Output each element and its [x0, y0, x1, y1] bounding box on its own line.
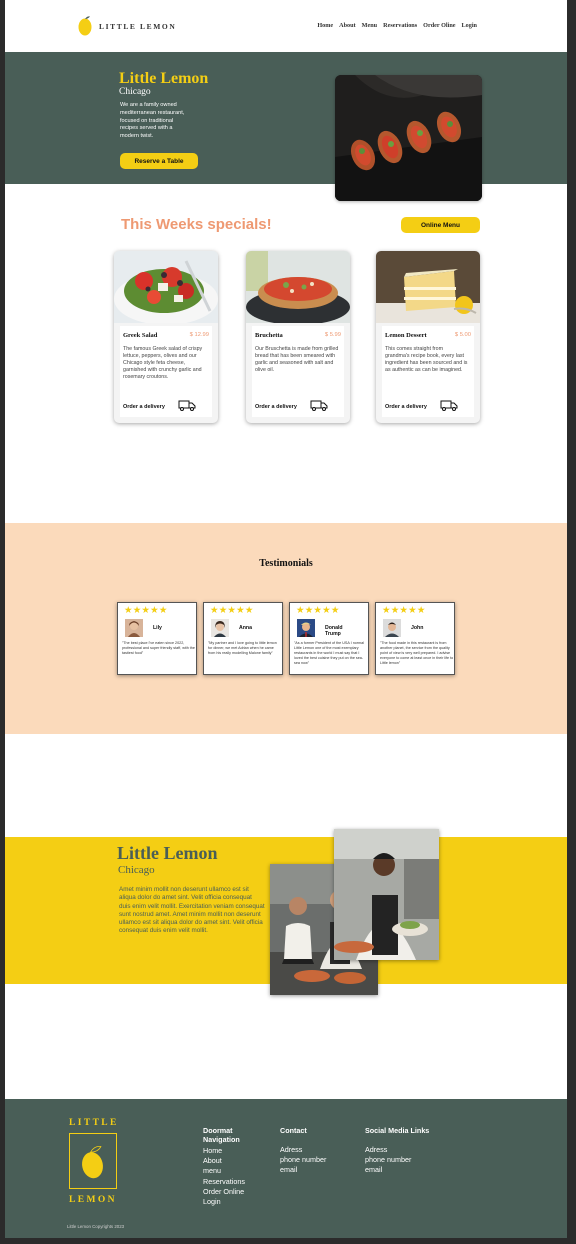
about-title: Little Lemon: [117, 843, 218, 863]
lemon-dessert-image: [376, 251, 480, 323]
main-nav: Home About Menu Reservations Order Oline…: [317, 22, 477, 29]
dish-card-body: Lemon Dessert $ 5.00 This comes straight…: [382, 326, 474, 417]
avatar: [383, 619, 401, 637]
site-footer: LITTLE LEMON Doormat Navigation Home Abo…: [5, 1099, 567, 1238]
footer-link-menu[interactable]: menu: [203, 1166, 263, 1176]
testimonial-card: ★★★★★ Donald Trump "As a former Presiden…: [289, 602, 369, 675]
hero-section: Little Lemon Chicago We are a family own…: [5, 52, 567, 201]
order-delivery-link[interactable]: Order a delivery: [385, 404, 427, 410]
nav-login[interactable]: Login: [462, 22, 477, 29]
footer-nav-title: Doormat Navigation: [203, 1126, 240, 1144]
hero-title: Little Lemon: [119, 70, 209, 87]
dish-name: Lemon Dessert: [385, 332, 427, 339]
footer-social-phone[interactable]: phone number: [365, 1155, 455, 1165]
footer-contact-address[interactable]: Adress: [280, 1145, 350, 1155]
review-text: "As a former President of the USA I norm…: [294, 641, 364, 665]
testimonials-section: Testimonials ★★★★★ Lily "The best place …: [5, 523, 567, 734]
dish-card-greek-salad[interactable]: Greek Salad $ 12.99 The famous Greek sal…: [114, 251, 218, 423]
reviewer-name: John: [411, 625, 424, 631]
nav-home[interactable]: Home: [317, 22, 333, 29]
footer-link-login[interactable]: Login: [203, 1197, 263, 1207]
footer-contact-email[interactable]: email: [280, 1165, 350, 1175]
about-description: Amet minim mollit non deserunt ullamco e…: [119, 886, 265, 935]
rating-stars-icon: ★★★★★: [382, 605, 426, 616]
dish-card-body: Greek Salad $ 12.99 The famous Greek sal…: [120, 326, 212, 417]
avatar: [125, 619, 143, 637]
nav-order-online[interactable]: Order Oline: [423, 22, 455, 29]
footer-social-column: Social Media Links Adress phone number e…: [365, 1126, 455, 1176]
dish-card-bruchetta[interactable]: Bruchetta $ 5.99 Our Bruschetta is made …: [246, 251, 350, 423]
logo-text: LITTLE LEMON: [99, 21, 177, 31]
reviewer-name: Lily: [153, 625, 162, 631]
footer-link-about[interactable]: About: [203, 1156, 263, 1166]
dish-price: $ 12.99: [189, 332, 209, 338]
delivery-truck-icon[interactable]: [440, 399, 458, 411]
avatar: [297, 619, 315, 637]
footer-contact-phone[interactable]: phone number: [280, 1155, 350, 1165]
reviewer-name: Donald Trump: [325, 625, 343, 637]
greek-salad-image: [114, 251, 218, 325]
nav-menu[interactable]: Menu: [362, 22, 377, 29]
rating-stars-icon: ★★★★★: [124, 605, 168, 616]
reserve-table-button[interactable]: Reserve a Table: [120, 153, 198, 169]
lemon-logo-icon: [78, 16, 92, 36]
lemon-logo-icon: [82, 1145, 103, 1179]
hero-city: Chicago: [119, 87, 151, 97]
delivery-truck-icon[interactable]: [310, 399, 328, 411]
reviewer-name: Anna: [239, 625, 252, 631]
footer-social-email[interactable]: email: [365, 1165, 455, 1175]
order-delivery-link[interactable]: Order a delivery: [255, 404, 297, 410]
dish-card-lemon-dessert[interactable]: Lemon Dessert $ 5.00 This comes straight…: [376, 251, 480, 423]
dish-name: Bruchetta: [255, 332, 283, 339]
footer-contact-title: Contact: [280, 1126, 307, 1135]
dish-description: Our Bruschetta is made from grilled brea…: [255, 346, 339, 373]
online-menu-button[interactable]: Online Menu: [401, 217, 480, 233]
footer-link-home[interactable]: Home: [203, 1146, 263, 1156]
dish-card-body: Bruchetta $ 5.99 Our Bruschetta is made …: [252, 326, 344, 417]
footer-contact-column: Contact Adress phone number email: [280, 1126, 350, 1176]
nav-reservations[interactable]: Reservations: [383, 22, 417, 29]
dish-price: $ 5.00: [454, 332, 471, 338]
chef-plating-photo: [334, 829, 439, 960]
dish-name: Greek Salad: [123, 332, 158, 339]
footer-logo-top: LITTLE: [69, 1118, 119, 1128]
testimonial-card: ★★★★★ Anna "My partner and I love going …: [203, 602, 283, 675]
delivery-truck-icon[interactable]: [178, 399, 196, 411]
hero-image: [335, 75, 482, 201]
footer-logo-box[interactable]: [69, 1133, 117, 1189]
copyright-text: Little Lemon Copyrights 2023: [67, 1224, 125, 1229]
rating-stars-icon: ★★★★★: [296, 605, 340, 616]
site-logo[interactable]: LITTLE LEMON: [77, 15, 176, 37]
bruchetta-image: [246, 251, 350, 325]
footer-link-reservations[interactable]: Reservations: [203, 1177, 263, 1187]
order-delivery-link[interactable]: Order a delivery: [123, 404, 165, 410]
footer-link-order-online[interactable]: Order Online: [203, 1187, 263, 1197]
review-text: "My partner and I love going to little l…: [208, 641, 277, 655]
rating-stars-icon: ★★★★★: [210, 605, 254, 616]
footer-social-address[interactable]: Adress: [365, 1145, 455, 1155]
dish-price: $ 5.99: [324, 332, 341, 338]
testimonial-card: ★★★★★ John "The food made in this restau…: [375, 602, 455, 675]
testimonial-card: ★★★★★ Lily "The best place I've eaten si…: [117, 602, 197, 675]
footer-social-title: Social Media Links: [365, 1126, 430, 1135]
footer-logo-bottom: LEMON: [69, 1195, 117, 1205]
site-header: LITTLE LEMON Home About Menu Reservation…: [5, 0, 567, 52]
review-text: "The best place I've eaten since 2022, p…: [122, 641, 195, 655]
specials-title: This Weeks specials!: [121, 216, 272, 233]
testimonials-title: Testimonials: [259, 558, 313, 569]
review-text: "The food made in this restaurant is fro…: [380, 641, 454, 665]
footer-nav-column: Doormat Navigation Home About menu Reser…: [203, 1126, 263, 1207]
page: LITTLE LEMON Home About Menu Reservation…: [5, 0, 567, 1238]
about-city: Chicago: [118, 864, 155, 876]
avatar: [211, 619, 229, 637]
dish-description: This comes straight from grandma's recip…: [385, 346, 468, 373]
hero-description: We are a family owned mediterranean rest…: [120, 102, 185, 140]
nav-about[interactable]: About: [339, 22, 356, 29]
dish-description: The famous Greek salad of crispy lettuce…: [123, 346, 203, 380]
